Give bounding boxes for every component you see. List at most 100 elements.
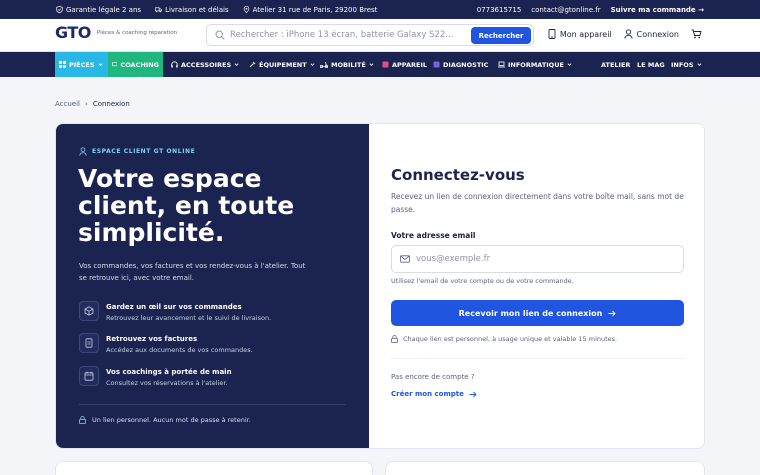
nav-infos-label: INFOS — [671, 60, 694, 69]
divider — [391, 358, 684, 359]
feature-orders: Gardez un œil sur vos commandes Retrouve… — [79, 301, 271, 322]
site-header: GTO Pièces & coaching réparation Recherc… — [0, 19, 760, 52]
link-note-text: Chaque lien est personnel, à usage uniqu… — [403, 335, 618, 343]
lock-icon — [391, 335, 398, 343]
breadcrumb-home[interactable]: Accueil — [55, 100, 80, 108]
arrow-right-icon — [469, 391, 477, 397]
user-icon — [624, 29, 633, 39]
device-icon — [382, 61, 389, 68]
cart-button[interactable] — [691, 29, 702, 39]
breadcrumb-separator: › — [85, 100, 88, 108]
feature-title: Vos coachings à portée de main — [106, 368, 232, 376]
nav-pieces-label: PIÈCES — [69, 60, 95, 69]
nav-appareil-label: APPAREIL — [392, 60, 427, 69]
email-hint: Utilisez l'email de votre compte ou de v… — [391, 277, 574, 285]
email-field[interactable] — [416, 254, 666, 264]
intro-panel: ESPACE CLIENT GT ONLINE Votre espace cli… — [56, 124, 369, 448]
nav-accessoires[interactable]: ACCESSOIRES — [167, 52, 243, 77]
search-button[interactable]: Rechercher — [471, 27, 531, 44]
nav-diagnostic-label: DIAGNOSTIC — [443, 60, 489, 69]
logo-tagline: Pièces & coaching réparation — [96, 30, 178, 36]
nav-atelier-label: ATELIER — [601, 60, 631, 69]
diagnostic-icon — [433, 61, 440, 68]
grid-icon — [59, 61, 66, 68]
chevron-down-icon — [234, 63, 239, 66]
feature-subtitle: Retrouvez leur avancement et le suivi de… — [106, 314, 272, 322]
divider — [79, 404, 346, 405]
intro-footnote-text: Un lien personnel. Aucun mot de passe à … — [92, 416, 251, 424]
email-field-wrapper — [391, 245, 684, 273]
laptop-icon — [498, 61, 505, 68]
delivery-text: Livraison et délais — [165, 5, 229, 14]
nav-informatique[interactable]: INFORMATIQUE — [494, 52, 576, 77]
link-note: Chaque lien est personnel, à usage uniqu… — [391, 335, 617, 343]
delivery-link[interactable]: Livraison et délais — [155, 6, 229, 14]
search-icon — [215, 30, 225, 40]
login-form-panel: Connectez-vous Recevez un lien de connex… — [369, 124, 704, 448]
my-device-label: Mon appareil — [559, 29, 612, 39]
create-account-link[interactable]: Créer mon compte — [391, 390, 477, 398]
nav-diagnostic[interactable]: DIAGNOSTIC — [429, 52, 492, 77]
nav-appareil[interactable]: APPAREIL — [378, 52, 431, 77]
eyebrow: ESPACE CLIENT GT ONLINE — [79, 147, 195, 156]
login-label: Connexion — [636, 29, 679, 39]
nav-informatique-label: INFORMATIQUE — [508, 60, 564, 69]
coaching-icon — [112, 62, 118, 67]
track-order-link[interactable]: Suivre ma commande → — [611, 6, 704, 14]
submit-label: Recevoir mon lien de connexion — [458, 308, 603, 318]
calendar-icon — [79, 366, 99, 386]
truck-icon — [155, 7, 163, 13]
chevron-down-icon — [310, 63, 315, 66]
nav-pieces[interactable]: PIÈCES — [55, 52, 108, 77]
login-title: Connectez-vous — [391, 166, 525, 184]
logo-mark: GTO — [55, 23, 91, 42]
guarantee-info: Garantie légale 2 ans — [56, 6, 141, 14]
submit-login-link-button[interactable]: Recevoir mon lien de connexion — [391, 300, 684, 326]
nav-mobilite[interactable]: MOBILITÉ — [316, 52, 378, 77]
nav-mag[interactable]: LE MAG — [633, 52, 669, 77]
feature-title: Retrouvez vos factures — [106, 335, 198, 343]
nav-coaching[interactable]: COACHING — [108, 52, 163, 77]
document-icon — [79, 333, 99, 353]
mail-icon — [400, 255, 410, 263]
address-info: Atelier 31 rue de Paris, 29200 Brest — [243, 6, 377, 14]
chevron-down-icon — [697, 63, 701, 66]
cart-icon — [691, 29, 702, 39]
my-device-link[interactable]: Mon appareil — [548, 29, 612, 39]
nav-infos[interactable]: INFOS — [667, 52, 706, 77]
create-account-label: Créer mon compte — [391, 390, 464, 398]
intro-footnote: Un lien personnel. Aucun mot de passe à … — [79, 416, 251, 424]
main-nav: PIÈCES COACHING ACCESSOIRES ÉQUIPEMENT M… — [0, 52, 760, 77]
nav-mag-label: LE MAG — [637, 60, 665, 69]
chevron-down-icon — [567, 63, 572, 66]
email-label: Votre adresse email — [391, 231, 476, 240]
feature-title: Gardez un œil sur vos commandes — [106, 303, 242, 311]
box-icon — [79, 301, 99, 321]
nav-mobilite-label: MOBILITÉ — [331, 60, 366, 69]
nav-atelier[interactable]: ATELIER — [597, 52, 634, 77]
arrow-right-icon — [608, 310, 616, 316]
login-link[interactable]: Connexion — [624, 29, 679, 39]
map-pin-icon — [243, 6, 249, 13]
shield-check-icon — [56, 6, 63, 13]
chevron-down-icon — [369, 63, 374, 66]
login-description: Recevez un lien de connexion directement… — [391, 192, 684, 214]
phone-icon — [548, 29, 556, 39]
no-account-text: Pas encore de compte ? — [391, 373, 475, 381]
top-info-bar: Garantie légale 2 ans Livraison et délai… — [0, 0, 760, 19]
breadcrumb-current: Connexion — [92, 100, 130, 108]
intro-description: Vos commandes, vos factures et vos rende… — [79, 262, 306, 282]
feature-invoices: Retrouvez vos factures Accédez aux docum… — [79, 333, 253, 354]
eyebrow-text: ESPACE CLIENT GT ONLINE — [92, 148, 196, 155]
user-icon — [79, 147, 87, 156]
phone-link[interactable]: 0773615715 — [477, 6, 522, 14]
login-card: ESPACE CLIENT GT ONLINE Votre espace cli… — [55, 123, 705, 449]
search-input[interactable] — [230, 30, 470, 40]
feature-subtitle: Accédez aux documents de vos commandes. — [106, 346, 253, 354]
nav-equipement[interactable]: ÉQUIPEMENT — [245, 52, 319, 77]
search-bar: Rechercher — [206, 24, 534, 46]
email-link[interactable]: contact@gtonline.fr — [531, 6, 600, 14]
bottom-card-left — [55, 461, 373, 475]
feature-coachings: Vos coachings à portée de main Consultez… — [79, 366, 232, 387]
site-logo[interactable]: GTO Pièces & coaching réparation — [55, 23, 178, 42]
